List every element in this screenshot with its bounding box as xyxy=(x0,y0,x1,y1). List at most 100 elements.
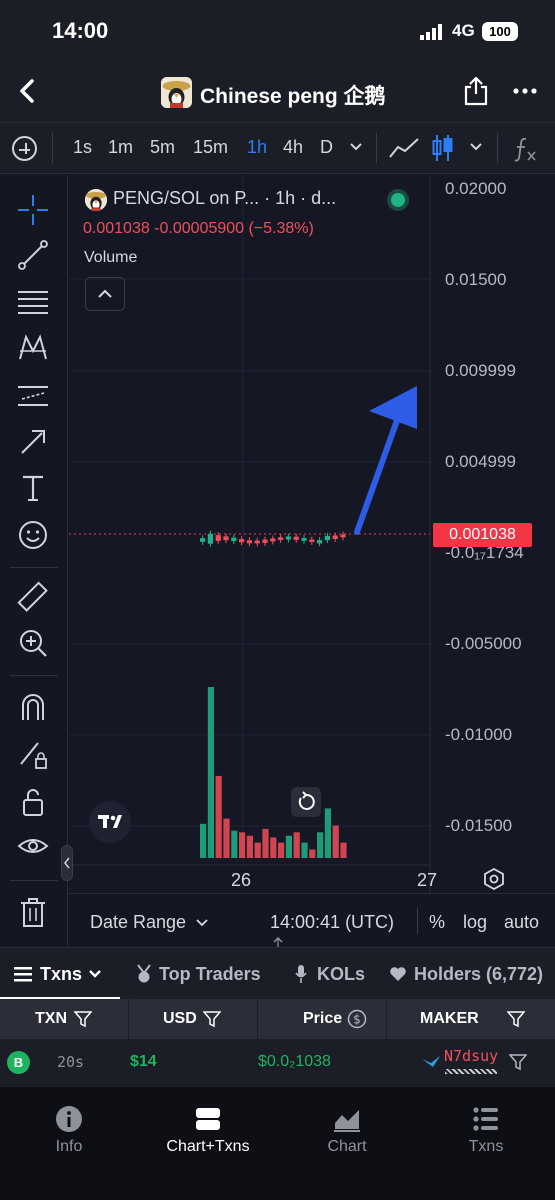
percent-scale-button[interactable]: % xyxy=(429,912,445,933)
interval-1m[interactable]: 1m xyxy=(108,137,133,158)
volume-bar xyxy=(200,823,207,858)
back-icon[interactable] xyxy=(14,76,44,106)
tab-holders[interactable]: Holders (6,772) xyxy=(414,964,543,985)
txn-maker[interactable]: N7dsuy xyxy=(444,1047,498,1065)
trash-icon[interactable] xyxy=(16,895,50,929)
bird-icon xyxy=(422,1056,440,1067)
candles-icon[interactable] xyxy=(432,133,454,163)
magnet-icon[interactable] xyxy=(16,690,50,724)
volume-series xyxy=(200,687,347,858)
zoom-in-icon[interactable] xyxy=(16,626,50,660)
volume-legend[interactable]: Volume xyxy=(84,249,137,267)
volume-bar xyxy=(317,832,324,858)
interval-1h[interactable]: 1h xyxy=(247,137,267,158)
chevron-down-icon[interactable] xyxy=(196,919,208,927)
tab-txns[interactable]: Txns xyxy=(40,964,82,985)
volume-bar xyxy=(332,825,339,858)
filter-icon[interactable] xyxy=(203,1010,221,1028)
ruler-icon[interactable] xyxy=(16,580,50,614)
filter-icon[interactable] xyxy=(74,1010,92,1028)
column-header-price: Price xyxy=(303,1010,343,1027)
y-axis-label: 0.009999 xyxy=(445,361,516,380)
medal-icon xyxy=(137,964,151,983)
fib-levels-icon[interactable] xyxy=(16,285,50,319)
bottom-tab-info[interactable]: Info xyxy=(0,1087,138,1200)
txn-age: 20s xyxy=(57,1053,85,1071)
volume-bar xyxy=(223,818,230,858)
bottom-tab-chart[interactable]: Chart xyxy=(278,1087,416,1200)
legend-price-change: 0.001038 -0.00005900 (−5.38%) xyxy=(83,220,314,237)
tab-top-traders[interactable]: Top Traders xyxy=(159,964,261,985)
status-time: 14:00 xyxy=(52,18,109,43)
volume-bar xyxy=(207,687,214,858)
bottom-tab-label: Txns xyxy=(468,1138,504,1155)
interval-4h[interactable]: 4h xyxy=(283,137,303,158)
collapse-legend-button[interactable] xyxy=(85,277,125,311)
pattern-icon[interactable] xyxy=(16,331,50,365)
date-range-button[interactable]: Date Range xyxy=(90,912,186,933)
auto-scale-button[interactable]: auto xyxy=(504,912,539,933)
crosshair-icon[interactable] xyxy=(16,193,50,227)
bottom-tab-label: Chart+Txns xyxy=(166,1138,250,1155)
list-icon xyxy=(473,1107,498,1131)
chevron-down-icon[interactable] xyxy=(88,969,102,979)
toolbar-toggle-handle[interactable] xyxy=(61,845,73,881)
penguin-icon xyxy=(85,189,107,211)
function-icon[interactable] xyxy=(512,136,538,162)
y-axis-label: -0.01500 xyxy=(445,816,513,835)
symbol-legend[interactable]: PENG/SOL on P... · 1h · d... xyxy=(113,188,336,209)
reset-chart-button[interactable] xyxy=(291,787,321,817)
line-chart-icon[interactable] xyxy=(389,137,419,159)
volume-bar xyxy=(293,832,300,858)
arrow-tool-icon[interactable] xyxy=(16,425,50,459)
filter-icon[interactable] xyxy=(509,1053,527,1071)
column-header-maker: MAKER xyxy=(420,1010,479,1027)
utc-clock[interactable]: 14:00:41 (UTC) xyxy=(270,912,394,933)
interval-1s[interactable]: 1s xyxy=(73,137,92,158)
chevron-down-icon[interactable] xyxy=(469,142,483,152)
tradingview-logo[interactable] xyxy=(89,801,131,843)
buy-badge: B xyxy=(7,1051,30,1074)
dollar-circle-icon[interactable]: $ xyxy=(347,1009,367,1029)
interval-d[interactable]: D xyxy=(320,137,333,158)
interval-15m[interactable]: 15m xyxy=(193,137,228,158)
chart-area[interactable]: PENG/SOL on P... · 1h · d... 0.001038 -0… xyxy=(61,175,555,947)
legend-token-avatar xyxy=(85,189,107,211)
volume-bar xyxy=(215,775,222,858)
bottom-tab-txns[interactable]: Txns xyxy=(417,1087,555,1200)
interval-5m[interactable]: 5m xyxy=(150,137,175,158)
more-icon[interactable] xyxy=(512,86,538,96)
log-scale-button[interactable]: log xyxy=(463,912,487,933)
table-row[interactable]: B 20s $14 $0.0₂1038 N7dsuy xyxy=(0,1039,555,1087)
bottom-tab-chart-txns[interactable]: Chart+Txns xyxy=(139,1087,277,1200)
share-icon[interactable] xyxy=(463,76,489,106)
pencil-lock-icon[interactable] xyxy=(16,737,50,771)
chevron-down-icon[interactable] xyxy=(349,142,363,152)
heart-icon xyxy=(390,967,406,981)
penguin-icon xyxy=(161,77,192,108)
tab-kols[interactable]: KOLs xyxy=(317,964,365,985)
add-indicator-button[interactable] xyxy=(12,136,37,161)
divider xyxy=(128,999,129,1039)
volume-bar xyxy=(309,849,316,858)
text-tool-icon[interactable] xyxy=(16,471,50,505)
divider xyxy=(10,675,58,676)
settings-icon[interactable] xyxy=(483,868,505,890)
divider xyxy=(10,567,58,568)
chevron-up-icon xyxy=(98,289,112,298)
forecast-icon[interactable] xyxy=(16,379,50,413)
unlock-icon[interactable] xyxy=(16,785,50,819)
candlestick-series xyxy=(200,530,346,547)
trend-line-icon[interactable] xyxy=(16,238,50,272)
info-icon xyxy=(56,1106,82,1132)
bottom-tab-label: Info xyxy=(55,1138,83,1155)
filter-icon[interactable] xyxy=(507,1010,525,1028)
current-price-tag: 0.001038 xyxy=(433,523,532,547)
volume-bar xyxy=(285,835,292,858)
volume-bar xyxy=(301,842,308,858)
divider xyxy=(497,133,498,163)
txn-price: $0.0₂1038 xyxy=(258,1053,331,1070)
emoji-icon[interactable] xyxy=(16,518,50,552)
status-bar: 14:00 4G 100 xyxy=(0,0,555,62)
eye-icon[interactable] xyxy=(16,830,50,864)
